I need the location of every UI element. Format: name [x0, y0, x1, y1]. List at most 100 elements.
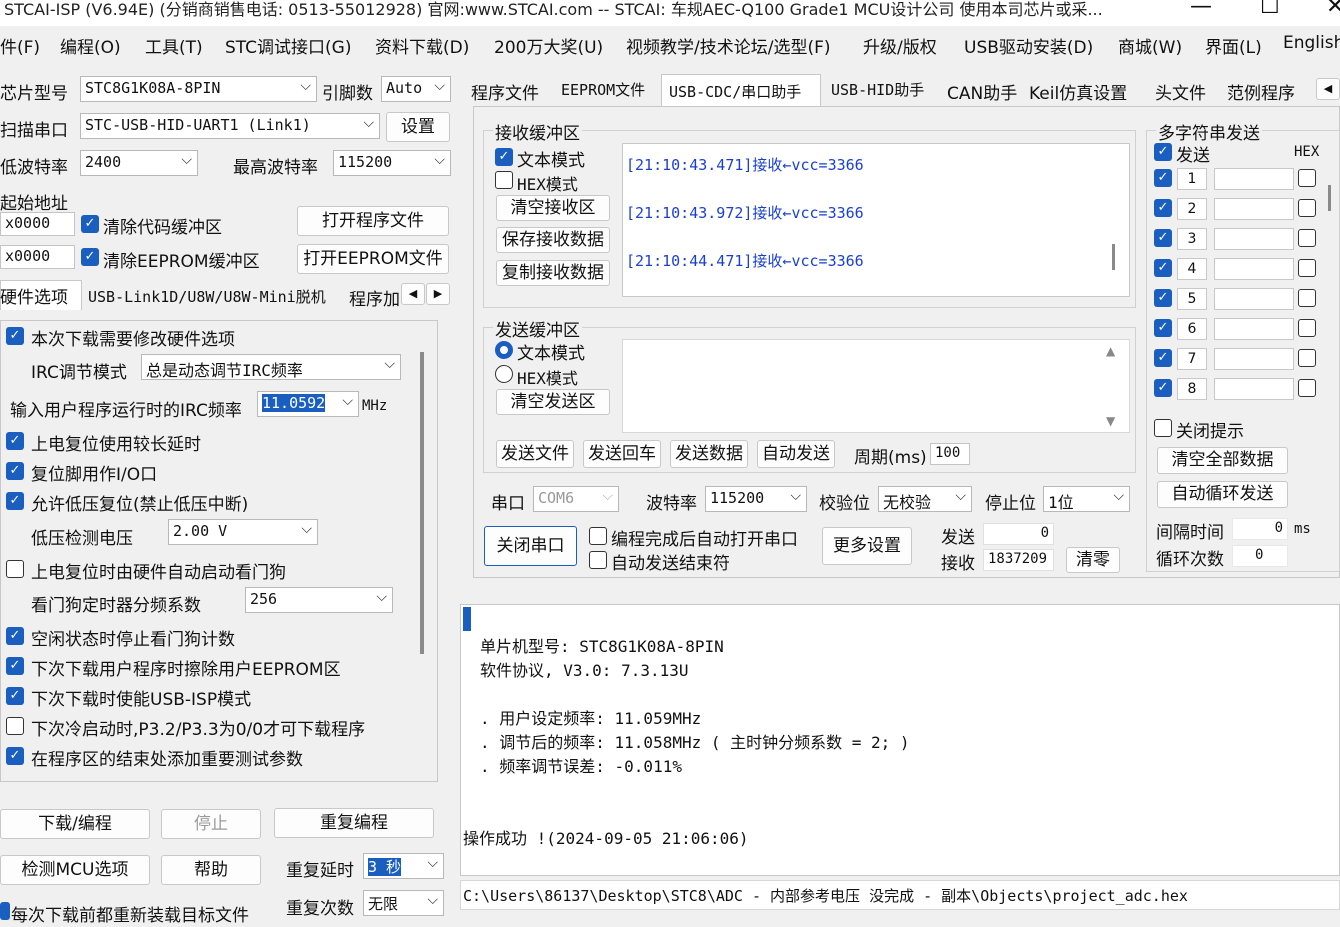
tab-scroll-left-icon[interactable]: ◀	[401, 283, 425, 305]
multi-row-string-input[interactable]	[1214, 378, 1294, 400]
irc-freq-select[interactable]: 11.0592 ⌵	[257, 391, 359, 417]
multi-row-checkbox[interactable]: ✓	[1154, 349, 1172, 367]
clear-eeprom-checkbox[interactable]: ✓	[81, 248, 99, 266]
multi-row-checkbox[interactable]: ✓	[1154, 289, 1172, 307]
close-icon[interactable]: ✕	[1326, 0, 1340, 19]
options-scrollbar[interactable]	[420, 352, 424, 654]
multi-row-hex-checkbox[interactable]	[1298, 259, 1316, 277]
clear-all-button[interactable]: 清空全部数据	[1157, 447, 1288, 474]
tab-examples[interactable]: 范例程序	[1227, 76, 1295, 106]
multi-row-number[interactable]: 3	[1177, 228, 1207, 250]
send-return-button[interactable]: 发送回车	[583, 440, 661, 468]
repeat-program-button[interactable]: 重复编程	[274, 808, 434, 838]
multi-row-checkbox[interactable]: ✓	[1154, 199, 1172, 217]
interval-input[interactable]: 0	[1232, 518, 1288, 540]
menu-ui[interactable]: 界面(L)	[1205, 33, 1262, 58]
opt3-checkbox[interactable]: ✓	[6, 462, 24, 480]
multi-row-checkbox[interactable]: ✓	[1154, 319, 1172, 337]
menu-tools[interactable]: 工具(T)	[145, 33, 203, 58]
opt4-checkbox[interactable]: ✓	[6, 492, 24, 510]
menu-usb-driver[interactable]: USB驱动安装(D)	[964, 33, 1093, 58]
check-mcu-button[interactable]: 检测MCU选项	[0, 855, 150, 885]
recv-text-mode-checkbox[interactable]: ✓	[495, 148, 513, 166]
min-baud-select[interactable]: 2400 ⌵	[80, 150, 198, 176]
pins-select[interactable]: Auto ⌵	[381, 76, 451, 102]
multi-row-number[interactable]: 5	[1177, 288, 1207, 310]
multi-row-string-input[interactable]	[1214, 348, 1294, 370]
save-recv-button[interactable]: 保存接收数据	[496, 227, 610, 253]
open-program-button[interactable]: 打开程序文件	[297, 206, 449, 236]
multi-row-hex-checkbox[interactable]	[1298, 199, 1316, 217]
send-data-button[interactable]: 发送数据	[670, 440, 748, 468]
stop-button[interactable]: 停止	[161, 809, 261, 839]
multi-row-checkbox[interactable]: ✓	[1154, 229, 1172, 247]
reload-checkbox[interactable]	[0, 902, 10, 920]
multi-row-string-input[interactable]	[1214, 258, 1294, 280]
clear-count-button[interactable]: 清零	[1066, 547, 1120, 573]
tab-eeprom-file[interactable]: EEPROM文件	[561, 76, 645, 106]
tab-header-file[interactable]: 头文件	[1155, 76, 1206, 106]
multi-row-string-input[interactable]	[1214, 168, 1294, 190]
menu-program[interactable]: 编程(O)	[60, 33, 121, 58]
multi-row-checkbox[interactable]: ✓	[1154, 379, 1172, 397]
serial-stop-select[interactable]: 1位 ⌵	[1043, 486, 1130, 512]
auto-loop-button[interactable]: 自动循环发送	[1157, 481, 1288, 508]
auto-open-checkbox[interactable]	[589, 527, 607, 545]
open-eeprom-button[interactable]: 打开EEPROM文件	[297, 244, 449, 274]
recv-scroll-thumb[interactable]	[1112, 244, 1115, 270]
max-baud-select[interactable]: 115200 ⌵	[333, 150, 451, 176]
close-hint-checkbox[interactable]	[1154, 419, 1172, 437]
port-select[interactable]: STC-USB-HID-UART1 (Link1) ⌵	[80, 113, 380, 139]
multi-row-string-input[interactable]	[1214, 198, 1294, 220]
opt7-checkbox[interactable]: ✓	[6, 657, 24, 675]
tab-hardware[interactable]: 硬件选项	[0, 283, 68, 308]
maximize-icon[interactable]: ☐	[1260, 0, 1280, 19]
multi-row-checkbox[interactable]: ✓	[1154, 259, 1172, 277]
tab-can[interactable]: CAN助手	[947, 76, 1017, 106]
scroll-up-icon[interactable]: ▲	[1106, 344, 1115, 358]
menu-english[interactable]: English	[1283, 33, 1340, 53]
multi-row-string-input[interactable]	[1214, 318, 1294, 340]
wdt-select[interactable]: 256 ⌵	[245, 587, 393, 613]
multi-row-string-input[interactable]	[1214, 288, 1294, 310]
addr2-input[interactable]: x0000	[0, 245, 75, 269]
multi-send-checkbox[interactable]: ✓	[1154, 143, 1172, 161]
tab-usb-hid[interactable]: USB-HID助手	[831, 76, 924, 106]
right-tab-scroll-icon[interactable]: ◀	[1316, 78, 1340, 100]
opt8-checkbox[interactable]: ✓	[6, 687, 24, 705]
repeat-delay-select[interactable]: 3 秒 ⌵	[363, 853, 444, 879]
clear-recv-button[interactable]: 清空接收区	[496, 195, 610, 221]
multi-row-number[interactable]: 4	[1177, 258, 1207, 280]
tab-usb-cdc[interactable]: USB-CDC/串口助手	[669, 78, 801, 108]
recv-scrollbar[interactable]	[1103, 145, 1129, 295]
multi-row-hex-checkbox[interactable]	[1298, 289, 1316, 307]
repeat-count-select[interactable]: 无限 ⌵	[363, 890, 444, 916]
serial-baud-select[interactable]: 115200 ⌵	[705, 486, 807, 512]
auto-send-button[interactable]: 自动发送	[757, 440, 835, 468]
more-settings-button[interactable]: 更多设置	[822, 527, 912, 565]
clear-code-checkbox[interactable]: ✓	[81, 215, 99, 233]
menu-upgrade[interactable]: 升级/版权	[863, 33, 937, 58]
help-button[interactable]: 帮助	[161, 855, 261, 885]
menu-video[interactable]: 视频教学/技术论坛/选型(F)	[626, 33, 831, 58]
multi-row-number[interactable]: 6	[1177, 318, 1207, 340]
loop-count-input[interactable]: 0	[1232, 545, 1288, 567]
send-file-button[interactable]: 发送文件	[496, 440, 574, 468]
tab-scroll-right-icon[interactable]: ▶	[426, 283, 450, 305]
lv-select[interactable]: 2.00 V ⌵	[168, 519, 318, 545]
clear-send-button[interactable]: 清空发送区	[496, 389, 610, 415]
menu-shop[interactable]: 商城(W)	[1118, 33, 1182, 58]
addr1-input[interactable]: x0000	[0, 212, 75, 236]
send-textarea[interactable]	[622, 339, 1130, 433]
period-input[interactable]: 100	[930, 443, 970, 465]
multi-row-hex-checkbox[interactable]	[1298, 349, 1316, 367]
opt10-checkbox[interactable]: ✓	[6, 747, 24, 765]
multi-row-checkbox[interactable]: ✓	[1154, 169, 1172, 187]
menu-debug[interactable]: STC调试接口(G)	[225, 33, 352, 58]
close-port-button[interactable]: 关闭串口	[484, 526, 577, 566]
opt1-checkbox[interactable]: ✓	[6, 327, 24, 345]
scroll-down-icon[interactable]: ▼	[1106, 414, 1115, 428]
auto-end-checkbox[interactable]	[589, 551, 607, 569]
recv-hex-mode-checkbox[interactable]	[495, 171, 513, 189]
download-button[interactable]: 下载/编程	[0, 809, 150, 839]
